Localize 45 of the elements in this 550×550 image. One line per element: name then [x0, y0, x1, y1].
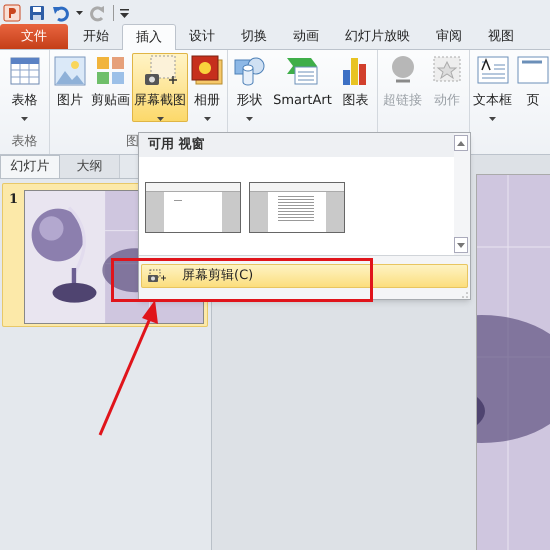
- caret-icon: [204, 117, 210, 121]
- window-thumbnail[interactable]: [249, 182, 345, 233]
- ribbon-tab[interactable]: 切换: [228, 24, 280, 49]
- slide-number: 1: [9, 191, 18, 209]
- ribbon-tab[interactable]: 幻灯片放映: [332, 24, 423, 49]
- undo-icon[interactable]: [52, 4, 70, 22]
- ribbon-button[interactable]: 文本框: [471, 53, 514, 122]
- ribbon-tab[interactable]: 动画: [280, 24, 332, 49]
- file-tab[interactable]: 文件: [0, 24, 68, 49]
- ribbon-button[interactable]: 剪贴画: [89, 53, 132, 122]
- window-thumbnail[interactable]: [145, 182, 241, 233]
- caret-icon: [21, 117, 28, 121]
- ribbon-button[interactable]: 表格: [6, 53, 44, 122]
- scroll-up-icon: [457, 140, 465, 146]
- ribbon-tab[interactable]: 视图: [475, 24, 527, 49]
- ribbon-button[interactable]: 形状: [230, 53, 268, 122]
- ribbon-button[interactable]: 相册: [188, 53, 226, 122]
- panel-tab[interactable]: 幻灯片: [0, 155, 60, 178]
- customize-icon[interactable]: [120, 6, 129, 18]
- ribbon-button[interactable]: SmartArt: [271, 53, 334, 122]
- ribbon-tab[interactable]: 插入: [122, 24, 176, 50]
- ribbon-tab[interactable]: 开始: [70, 24, 122, 49]
- panel-tab[interactable]: 大纲: [60, 155, 120, 178]
- screenshot-icon: [143, 54, 177, 88]
- ribbon-tab[interactable]: 设计: [176, 24, 228, 49]
- caret-icon: [246, 117, 253, 121]
- scroll-down-icon: [457, 242, 465, 248]
- resize-grip-icon: [462, 292, 468, 298]
- ribbon-button[interactable]: 图片: [51, 53, 89, 122]
- ribbon-button[interactable]: 图表: [336, 53, 375, 122]
- save-icon[interactable]: [28, 4, 46, 22]
- ribbon-tab[interactable]: 审阅: [423, 24, 475, 49]
- screen-clip-icon: [148, 269, 166, 283]
- ribbon-button[interactable]: 页: [514, 53, 550, 122]
- scroll-up-button[interactable]: [454, 135, 468, 151]
- group-label: 表格: [12, 133, 38, 151]
- app-icon[interactable]: [2, 2, 22, 22]
- group-label: 图: [126, 133, 139, 151]
- image-icon: [53, 54, 87, 88]
- caret-icon: [156, 117, 164, 121]
- menu-item[interactable]: 屏幕剪辑(C): [141, 264, 468, 288]
- caret-icon: [489, 117, 496, 121]
- scroll-down-button[interactable]: [454, 237, 468, 253]
- ribbon-button[interactable]: 屏幕截图: [132, 53, 188, 122]
- menu-header: 可用 视窗: [139, 133, 454, 157]
